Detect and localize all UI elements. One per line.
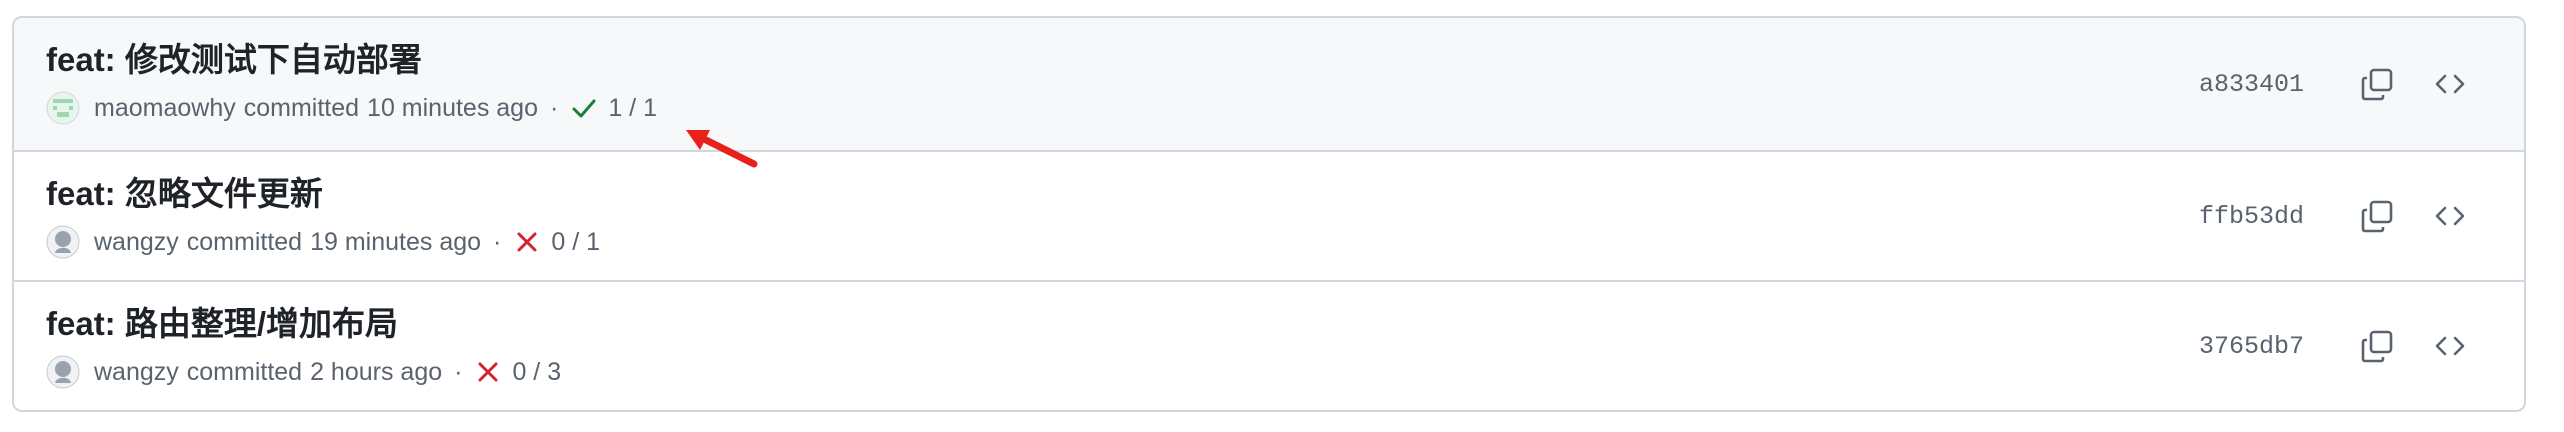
commit-meta: maomaowhy committed 10 minutes ago · 1 /…: [46, 90, 657, 126]
checks-count[interactable]: 0 / 1: [551, 228, 600, 257]
commit-sha-link[interactable]: 3765db7: [2199, 332, 2304, 361]
checks-count[interactable]: 0 / 3: [512, 358, 561, 387]
committed-label: committed: [186, 357, 303, 386]
browse-repo-button[interactable]: [2426, 322, 2474, 370]
commit-sha-link[interactable]: ffb53dd: [2199, 202, 2304, 231]
commit-main: feat: 忽略文件更新 wangzy committed 19 minutes…: [46, 172, 600, 260]
committed-label: committed: [186, 227, 303, 256]
commit-row: feat: 修改测试下自动部署 maomaowhy committed 10 m…: [14, 18, 2524, 150]
commit-author-link[interactable]: wangzy: [94, 358, 179, 387]
committed-label: committed: [243, 93, 360, 122]
copy-sha-button[interactable]: [2354, 60, 2402, 108]
avatar[interactable]: [46, 91, 80, 125]
avatar[interactable]: [46, 355, 80, 389]
commit-author-link[interactable]: maomaowhy: [94, 94, 236, 123]
commit-main: feat: 修改测试下自动部署 maomaowhy committed 10 m…: [46, 38, 657, 126]
commit-row: feat: 忽略文件更新 wangzy committed 19 minutes…: [14, 150, 2524, 280]
commit-title-link[interactable]: feat: 忽略文件更新: [46, 172, 600, 216]
avatar[interactable]: [46, 225, 80, 259]
meta-separator: ·: [550, 93, 559, 122]
check-icon[interactable]: [570, 94, 598, 122]
commit-time: 19 minutes ago: [310, 227, 482, 256]
commit-meta: wangzy committed 19 minutes ago · 0 / 1: [46, 224, 600, 260]
code-icon: [2435, 336, 2465, 356]
commit-sha-link[interactable]: a833401: [2199, 70, 2304, 99]
copy-icon: [2361, 330, 2393, 363]
copy-icon: [2361, 200, 2393, 233]
x-icon[interactable]: [513, 228, 541, 256]
browse-repo-button[interactable]: [2426, 60, 2474, 108]
meta-separator: ·: [454, 357, 463, 386]
commit-author-link[interactable]: wangzy: [94, 228, 179, 257]
meta-separator: ·: [493, 227, 502, 256]
copy-icon: [2361, 68, 2393, 101]
browse-repo-button[interactable]: [2426, 192, 2474, 240]
commit-actions: ffb53dd: [2199, 152, 2474, 280]
commit-time: 2 hours ago: [310, 357, 443, 386]
commit-main: feat: 路由整理/增加布局 wangzy committed 2 hours…: [46, 302, 561, 390]
commit-time: 10 minutes ago: [367, 93, 538, 122]
commit-title-link[interactable]: feat: 修改测试下自动部署: [46, 38, 657, 82]
code-icon: [2435, 206, 2465, 226]
commit-row: feat: 路由整理/增加布局 wangzy committed 2 hours…: [14, 280, 2524, 410]
commit-list: feat: 修改测试下自动部署 maomaowhy committed 10 m…: [12, 16, 2526, 412]
x-icon[interactable]: [474, 358, 502, 386]
checks-count[interactable]: 1 / 1: [608, 94, 657, 123]
commit-title-link[interactable]: feat: 路由整理/增加布局: [46, 302, 561, 346]
commit-actions: 3765db7: [2199, 282, 2474, 410]
code-icon: [2435, 74, 2465, 94]
commit-meta: wangzy committed 2 hours ago · 0 / 3: [46, 354, 561, 390]
commit-actions: a833401: [2199, 18, 2474, 150]
red-arrow-annotation: [686, 130, 758, 168]
copy-sha-button[interactable]: [2354, 322, 2402, 370]
copy-sha-button[interactable]: [2354, 192, 2402, 240]
